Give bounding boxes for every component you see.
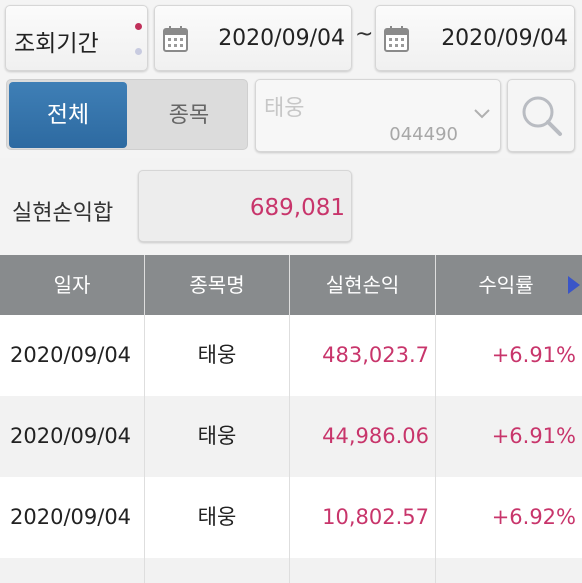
- table-row[interactable]: [0, 558, 582, 583]
- row-realized-profit: 10,802.57: [322, 505, 429, 529]
- chevron-down-icon: [474, 109, 490, 119]
- column-divider: [435, 255, 436, 583]
- filter-segmented-control: 전체 종목: [6, 79, 248, 150]
- calendar-icon: [384, 26, 409, 52]
- column-header-rate[interactable]: 수익률: [436, 255, 576, 315]
- table-header: 일자 종목명 실현손익 수익률: [0, 255, 582, 315]
- scroll-right-icon[interactable]: [568, 276, 580, 294]
- row-date: 2020/09/04: [10, 505, 132, 529]
- start-date-picker[interactable]: 2020/09/04: [154, 5, 352, 71]
- row-return-rate: +6.91%: [491, 424, 576, 448]
- row-stock-name: 태웅: [197, 505, 237, 529]
- period-label: 조회기간: [14, 31, 99, 57]
- search-icon: [522, 96, 562, 136]
- row-return-rate: +6.91%: [491, 343, 576, 367]
- period-indicator-active: [135, 23, 142, 30]
- summary-value: 689,081: [249, 195, 345, 221]
- column-header-name[interactable]: 종목명: [145, 255, 289, 315]
- row-stock-name: 태웅: [197, 343, 237, 367]
- period-label-button[interactable]: 조회기간: [5, 5, 148, 71]
- table-row[interactable]: 2020/09/04 태웅 483,023.7 +6.91%: [0, 315, 582, 396]
- calendar-icon: [163, 26, 188, 52]
- stock-name: 태웅: [264, 96, 305, 121]
- search-button[interactable]: [507, 79, 575, 152]
- end-date-picker[interactable]: 2020/09/04: [375, 5, 575, 71]
- tab-all[interactable]: 전체: [9, 82, 127, 148]
- summary-value-box: 689,081: [138, 170, 352, 242]
- date-range-separator: ~: [355, 22, 374, 47]
- start-date-value: 2020/09/04: [218, 26, 345, 51]
- row-date: 2020/09/04: [10, 424, 132, 448]
- row-realized-profit: 483,023.7: [322, 343, 429, 367]
- column-header-date[interactable]: 일자: [0, 255, 144, 315]
- table-row[interactable]: 2020/09/04 태웅 44,986.06 +6.91%: [0, 396, 582, 477]
- stock-select-dropdown[interactable]: 태웅 044490: [255, 79, 501, 152]
- row-date: 2020/09/04: [10, 343, 132, 367]
- table-row[interactable]: 2020/09/04 태웅 10,802.57 +6.92%: [0, 477, 582, 558]
- row-return-rate: +6.92%: [491, 505, 576, 529]
- summary-label: 실현손익합: [12, 201, 114, 226]
- period-indicator-inactive: [135, 48, 142, 55]
- column-divider: [144, 255, 145, 583]
- stock-code: 044490: [389, 124, 458, 145]
- row-stock-name: 태웅: [197, 424, 237, 448]
- end-date-value: 2020/09/04: [441, 26, 568, 51]
- column-divider: [289, 255, 290, 583]
- tab-stock[interactable]: 종목: [129, 80, 247, 149]
- row-realized-profit: 44,986.06: [322, 424, 429, 448]
- column-header-profit[interactable]: 실현손익: [290, 255, 435, 315]
